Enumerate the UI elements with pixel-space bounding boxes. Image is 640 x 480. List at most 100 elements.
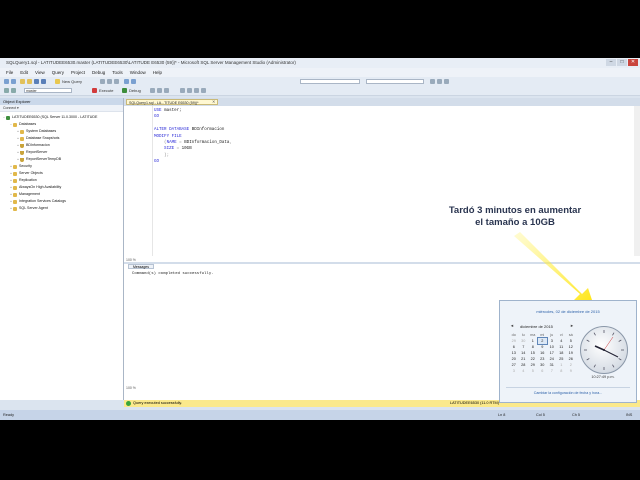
- calendar-day[interactable]: 8: [557, 368, 567, 374]
- find-icon[interactable]: [430, 79, 435, 84]
- results-grid-icon[interactable]: [180, 88, 185, 93]
- success-icon: [126, 401, 131, 406]
- tree-node-label: Database Snapshots: [26, 136, 60, 140]
- calendar-day[interactable]: 3: [509, 368, 519, 374]
- tree-node[interactable]: + Security: [0, 163, 123, 170]
- menu-window[interactable]: Window: [130, 68, 146, 77]
- properties-icon[interactable]: [437, 79, 442, 84]
- change-datetime-link[interactable]: Cambiar la configuración de fecha y hora…: [500, 391, 636, 395]
- maximize-button[interactable]: □: [617, 59, 627, 66]
- calendar-day[interactable]: 4: [519, 368, 529, 374]
- tree-node[interactable]: + AlwaysOn High Availability: [0, 184, 123, 191]
- insert-mode: INS: [626, 413, 633, 417]
- menu-edit[interactable]: Edit: [20, 68, 28, 77]
- messages-zoom-combo[interactable]: 100 %: [126, 386, 136, 390]
- calendar-day[interactable]: 5: [528, 368, 538, 374]
- menu-bar: File Edit View Query Project Debug Tools…: [0, 68, 640, 77]
- object-explorer: Object Explorer Connect ▾ − LATITUDEE6530…: [0, 98, 124, 400]
- menu-file[interactable]: File: [6, 68, 13, 77]
- connect-icon[interactable]: [4, 88, 9, 93]
- tree-node[interactable]: + ReportServerTempDB: [0, 156, 123, 163]
- database-icon: [20, 150, 24, 155]
- calendar-day[interactable]: 9: [566, 368, 576, 374]
- calendar-full-date[interactable]: miércoles, 02 de diciembre de 2015: [500, 309, 636, 314]
- tree-node[interactable]: + ReportServer: [0, 149, 123, 156]
- connect-dropdown[interactable]: Connect ▾: [3, 106, 19, 110]
- tree-node[interactable]: + Management: [0, 191, 123, 198]
- tree-node[interactable]: + Server Objects: [0, 170, 123, 177]
- save-icon[interactable]: [34, 79, 39, 84]
- tab-close-icon[interactable]: ✕: [212, 99, 215, 105]
- calendar-prev-icon[interactable]: ◄: [510, 323, 514, 328]
- menu-tools[interactable]: Tools: [112, 68, 123, 77]
- menu-debug[interactable]: Debug: [92, 68, 105, 77]
- new-query-button[interactable]: New Query: [62, 77, 82, 86]
- code-line: ALTER DATABASE BDInformacion: [154, 127, 232, 133]
- results-text-icon[interactable]: [187, 88, 192, 93]
- tree-node-label: AlwaysOn High Availability: [19, 185, 62, 189]
- app-status-bar: Ready Ln 8 Col 5 Ch 5 INS: [0, 410, 640, 420]
- open-folder-icon[interactable]: [27, 79, 32, 84]
- tree-node[interactable]: − LATITUDEE6530 (SQL Server 11.0.3000 - L…: [0, 114, 123, 121]
- estimated-plan-icon[interactable]: [164, 88, 169, 93]
- close-button[interactable]: ✕: [628, 59, 638, 66]
- clock-face-icon: [584, 330, 624, 370]
- tree-node-label: SQL Server Agent: [19, 206, 48, 210]
- tree-node[interactable]: + Replication: [0, 177, 123, 184]
- tree-node[interactable]: + System Databases: [0, 128, 123, 135]
- tree-node[interactable]: + SQL Server Agent: [0, 205, 123, 212]
- uncomment-icon[interactable]: [201, 88, 206, 93]
- cut-icon[interactable]: [100, 79, 105, 84]
- folder-icon: [13, 185, 17, 190]
- tree-node-label: Management: [19, 192, 40, 196]
- code-line: GO: [154, 159, 232, 165]
- tree-node-label: Security: [19, 164, 32, 168]
- tree-node[interactable]: + Database Snapshots: [0, 135, 123, 142]
- column-number: Col 5: [536, 413, 545, 417]
- copy-icon[interactable]: [107, 79, 112, 84]
- calendar-day[interactable]: 6: [538, 368, 548, 374]
- tree-node[interactable]: + Integration Services Catalogs: [0, 198, 123, 205]
- editor-scrollbar[interactable]: [634, 106, 640, 256]
- ready-status: Ready: [3, 413, 14, 417]
- calendar-month-label[interactable]: diciembre de 2015: [520, 324, 553, 329]
- execute-button[interactable]: Execute: [99, 86, 113, 95]
- toolbox-icon[interactable]: [444, 79, 449, 84]
- forward-icon[interactable]: [11, 79, 16, 84]
- debug-icon[interactable]: [122, 88, 127, 93]
- back-icon[interactable]: [4, 79, 9, 84]
- calendar-day[interactable]: 7: [547, 368, 557, 374]
- menu-query[interactable]: Query: [52, 68, 64, 77]
- paste-icon[interactable]: [114, 79, 119, 84]
- object-explorer-header: Object Explorer: [0, 98, 123, 105]
- tree-node[interactable]: + BDInformacion: [0, 142, 123, 149]
- find-combo[interactable]: [366, 79, 424, 84]
- menu-view[interactable]: View: [35, 68, 45, 77]
- calendar-next-icon[interactable]: ►: [570, 323, 574, 328]
- parse-icon[interactable]: [157, 88, 162, 93]
- document-tab[interactable]: SQLQuery1.sql - LA...TITUDE E6530 (59))*: [126, 99, 218, 105]
- menu-project[interactable]: Project: [71, 68, 85, 77]
- messages-tab[interactable]: Messages: [128, 264, 154, 269]
- cancel-query-icon[interactable]: [150, 88, 155, 93]
- tree-node-label: Server Objects: [19, 171, 43, 175]
- tree-node[interactable]: − Databases: [0, 121, 123, 128]
- analog-clock-icon: [580, 326, 628, 374]
- tree-node-label: BDInformacion: [26, 143, 50, 147]
- server-icon: [6, 115, 10, 120]
- database-combo[interactable]: master: [24, 88, 72, 93]
- disconnect-icon[interactable]: [11, 88, 16, 93]
- minimize-button[interactable]: –: [606, 59, 616, 66]
- folder-icon: [20, 136, 24, 141]
- execute-icon[interactable]: [92, 88, 97, 93]
- undo-icon[interactable]: [124, 79, 129, 84]
- new-query-icon[interactable]: [55, 79, 60, 84]
- code-token: ALTER DATABASE: [154, 128, 192, 133]
- debug-button[interactable]: Debug: [129, 86, 141, 95]
- redo-icon[interactable]: [131, 79, 136, 84]
- solution-config-combo[interactable]: [300, 79, 360, 84]
- save-all-icon[interactable]: [41, 79, 46, 84]
- new-file-icon[interactable]: [20, 79, 25, 84]
- comment-icon[interactable]: [194, 88, 199, 93]
- menu-help[interactable]: Help: [153, 68, 162, 77]
